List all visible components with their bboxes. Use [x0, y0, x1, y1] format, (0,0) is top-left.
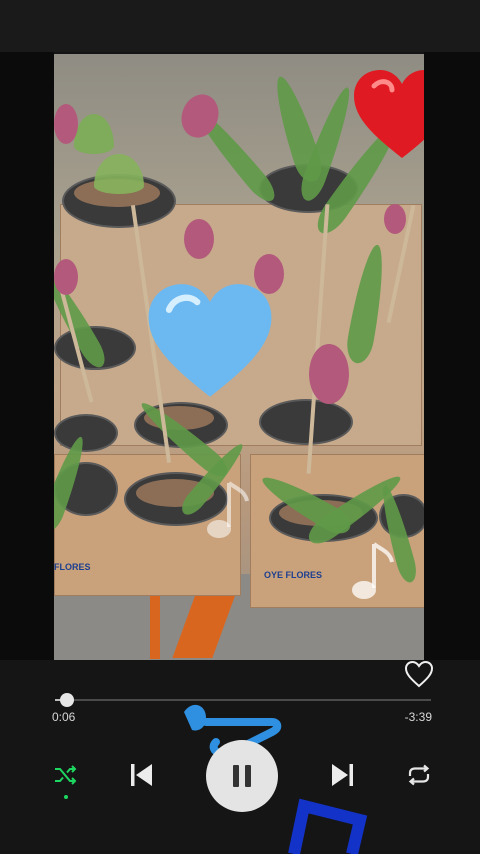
shuffle-icon: [55, 765, 77, 785]
music-note-icon: [352, 542, 394, 599]
shuffle-button[interactable]: [48, 758, 82, 792]
orchid-flower: [54, 259, 78, 295]
video-canvas[interactable]: OYE FLORES FLORES: [54, 54, 424, 660]
red-heart-icon: [354, 70, 424, 158]
plant-pot: [259, 399, 353, 445]
pause-button[interactable]: [206, 740, 278, 812]
remaining-time: -3:39: [404, 710, 432, 724]
next-button[interactable]: [324, 756, 362, 794]
like-heart-icon[interactable]: [404, 660, 434, 688]
skip-previous-icon: [131, 764, 152, 786]
leaf: [74, 114, 114, 154]
music-note-icon: [207, 481, 249, 538]
shuffle-active-dot: [64, 795, 68, 799]
pause-icon-bar: [245, 765, 251, 787]
skip-next-icon: [332, 764, 353, 786]
table-leg: [150, 589, 160, 659]
blue-square-sticker: [288, 798, 368, 854]
repeat-button[interactable]: [402, 758, 436, 792]
pause-icon: [233, 765, 239, 787]
leaf: [94, 154, 144, 194]
blue-heart-icon: [148, 284, 272, 397]
orchid-flower: [54, 104, 78, 144]
plant-pot: [54, 414, 118, 452]
top-bar: [0, 0, 480, 52]
orchid-flower: [184, 219, 214, 259]
orchid-flower: [309, 344, 349, 404]
elapsed-time: 0:06: [52, 710, 76, 724]
crate-label: FLORES: [54, 562, 91, 572]
repeat-icon: [408, 764, 430, 786]
orchid-flower: [384, 204, 406, 234]
crate-label: OYE FLORES: [264, 570, 323, 580]
previous-button[interactable]: [122, 756, 160, 794]
